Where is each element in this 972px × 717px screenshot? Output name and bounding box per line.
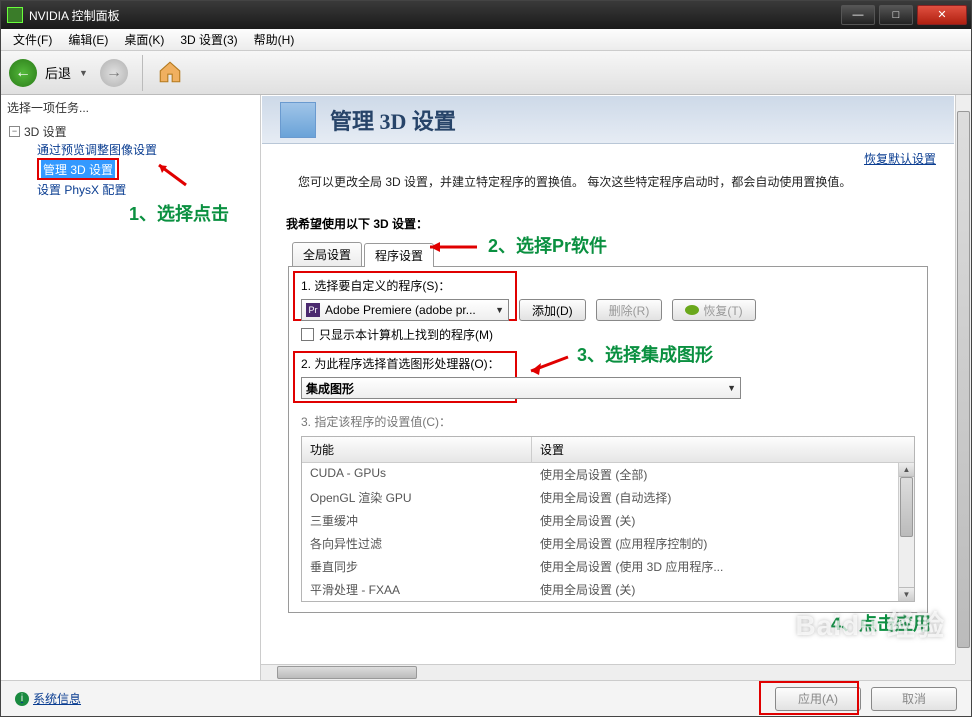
- horizontal-scrollbar[interactable]: [261, 664, 955, 680]
- titlebar: NVIDIA 控制面板 — □ ✕: [1, 1, 971, 29]
- scroll-thumb[interactable]: [277, 666, 417, 679]
- back-label: 后退: [45, 63, 71, 82]
- minimize-button[interactable]: —: [841, 5, 875, 25]
- table-row[interactable]: 各向异性过滤使用全局设置 (应用程序控制的): [302, 532, 898, 555]
- close-button[interactable]: ✕: [917, 5, 967, 25]
- tree-item-physx[interactable]: 设置 PhysX 配置: [37, 180, 260, 198]
- tab-program[interactable]: 程序设置: [364, 243, 434, 267]
- add-button[interactable]: 添加(D): [519, 299, 586, 321]
- toolbar-divider: [142, 55, 143, 91]
- task-tree: − 3D 设置 通过预览调整图像设置 管理 3D 设置 设置 PhysX 配置 …: [1, 120, 260, 680]
- task-tree-pane: 选择一项任务... − 3D 设置 通过预览调整图像设置 管理 3D 设置 设置…: [1, 95, 261, 680]
- program-select[interactable]: Pr Adobe Premiere (adobe pr... ▼: [301, 299, 509, 321]
- home-button[interactable]: [157, 59, 185, 87]
- page-description: 您可以更改全局 3D 设置，并建立特定程序的置换值。 每次这些特定程序启动时，都…: [262, 167, 954, 201]
- apply-button[interactable]: 应用(A): [775, 687, 861, 711]
- remove-button[interactable]: 删除(R): [596, 299, 663, 321]
- task-header: 选择一项任务...: [1, 95, 260, 120]
- forward-button[interactable]: →: [100, 59, 128, 87]
- vertical-scrollbar[interactable]: [955, 95, 971, 664]
- tree-children: 通过预览调整图像设置 管理 3D 设置 设置 PhysX 配置: [9, 140, 260, 198]
- menu-help[interactable]: 帮助(H): [246, 29, 303, 50]
- system-info-link[interactable]: i 系统信息: [15, 690, 81, 707]
- feature-table: 功能 设置 CUDA - GPUs使用全局设置 (全部) OpenGL 渲染 G…: [301, 436, 915, 602]
- table-row[interactable]: 平滑处理 - FXAA使用全局设置 (关): [302, 578, 898, 601]
- col-setting: 设置: [532, 437, 914, 462]
- collapse-icon[interactable]: −: [9, 126, 20, 137]
- info-icon: i: [15, 692, 29, 706]
- feature-table-header: 功能 设置: [302, 437, 914, 463]
- body: 选择一项任务... − 3D 设置 通过预览调整图像设置 管理 3D 设置 设置…: [1, 95, 971, 680]
- home-icon: [157, 59, 183, 85]
- settings-section-title: 我希望使用以下 3D 设置：: [280, 205, 936, 242]
- page-title: 管理 3D 设置: [330, 104, 456, 136]
- table-row[interactable]: CUDA - GPUs使用全局设置 (全部): [302, 463, 898, 486]
- menu-file[interactable]: 文件(F): [5, 29, 60, 50]
- table-row[interactable]: 垂直同步使用全局设置 (使用 3D 应用程序...: [302, 555, 898, 578]
- tree-root-3d[interactable]: − 3D 设置: [9, 122, 260, 140]
- chevron-down-icon: ▼: [495, 305, 504, 315]
- gpu-select[interactable]: 集成图形 ▼: [301, 377, 741, 399]
- content-pane: 管理 3D 设置 恢复默认设置 您可以更改全局 3D 设置，并建立特定程序的置换…: [261, 95, 971, 680]
- step1-label: 1. 选择要自定义的程序(S)：: [301, 277, 915, 294]
- step2: 2. 为此程序选择首选图形处理器(O)： 集成图形 ▼: [301, 355, 915, 399]
- premiere-icon: Pr: [306, 303, 320, 317]
- back-button[interactable]: ←: [9, 59, 37, 87]
- menubar: 文件(F) 编辑(E) 桌面(K) 3D 设置(3) 帮助(H): [1, 29, 971, 51]
- feature-table-body: CUDA - GPUs使用全局设置 (全部) OpenGL 渲染 GPU使用全局…: [302, 463, 914, 601]
- table-row[interactable]: 三重缓冲使用全局设置 (关): [302, 509, 898, 532]
- chevron-down-icon: ▼: [727, 383, 736, 393]
- cube-icon: [280, 102, 316, 138]
- highlight-manage-3d: 管理 3D 设置: [37, 158, 119, 180]
- col-feature: 功能: [302, 437, 532, 462]
- restore-button[interactable]: 恢复(T): [672, 299, 755, 321]
- program-select-value: Adobe Premiere (adobe pr...: [325, 303, 476, 317]
- nvidia-icon: [7, 7, 23, 23]
- step3-label: 3. 指定该程序的设置值(C)：: [301, 413, 915, 430]
- tab-body: 1. 选择要自定义的程序(S)： Pr Adobe Premiere (adob…: [288, 266, 928, 613]
- scroll-thumb[interactable]: [957, 111, 970, 648]
- page-header: 管理 3D 设置: [262, 96, 954, 144]
- annotation-1: 1、选择点击: [129, 200, 229, 226]
- window-title: NVIDIA 控制面板: [29, 7, 841, 24]
- scroll-down-icon[interactable]: ▼: [899, 587, 914, 601]
- nvidia-eye-icon: [685, 305, 699, 315]
- feature-table-scrollbar[interactable]: ▲ ▼: [898, 463, 914, 601]
- menu-3d-settings[interactable]: 3D 设置(3): [172, 29, 245, 50]
- only-found-checkbox[interactable]: 只显示本计算机上找到的程序(M): [301, 326, 915, 343]
- toolbar: ← 后退 ▼ →: [1, 51, 971, 95]
- tree-item-manage-3d[interactable]: 管理 3D 设置: [41, 160, 115, 178]
- tabset: 全局设置 程序设置 2、选择Pr软件: [292, 242, 936, 266]
- scrollbar-corner: [955, 664, 971, 680]
- tree-item-preview[interactable]: 通过预览调整图像设置: [37, 140, 260, 158]
- tree-root-label: 3D 设置: [24, 123, 67, 140]
- back-dropdown-icon[interactable]: ▼: [79, 68, 88, 78]
- scroll-up-icon[interactable]: ▲: [899, 463, 914, 477]
- restore-defaults-link[interactable]: 恢复默认设置: [262, 144, 954, 167]
- window-buttons: — □ ✕: [841, 5, 971, 25]
- settings-area: 我希望使用以下 3D 设置： 全局设置 程序设置 2、选择Pr软件: [280, 205, 936, 613]
- gpu-select-value: 集成图形: [306, 380, 354, 397]
- tab-global[interactable]: 全局设置: [292, 242, 362, 266]
- step1: 1. 选择要自定义的程序(S)： Pr Adobe Premiere (adob…: [301, 277, 915, 343]
- cancel-button[interactable]: 取消: [871, 687, 957, 711]
- only-found-label: 只显示本计算机上找到的程序(M): [319, 326, 493, 343]
- menu-edit[interactable]: 编辑(E): [60, 29, 116, 50]
- table-row[interactable]: OpenGL 渲染 GPU使用全局设置 (自动选择): [302, 486, 898, 509]
- scroll-thumb[interactable]: [900, 477, 913, 537]
- footer: i 系统信息 应用(A) 取消: [1, 680, 971, 716]
- menu-desktop[interactable]: 桌面(K): [116, 29, 172, 50]
- nvidia-control-panel-window: NVIDIA 控制面板 — □ ✕ 文件(F) 编辑(E) 桌面(K) 3D 设…: [0, 0, 972, 717]
- maximize-button[interactable]: □: [879, 5, 913, 25]
- step2-label: 2. 为此程序选择首选图形处理器(O)：: [301, 355, 915, 372]
- checkbox-icon: [301, 328, 314, 341]
